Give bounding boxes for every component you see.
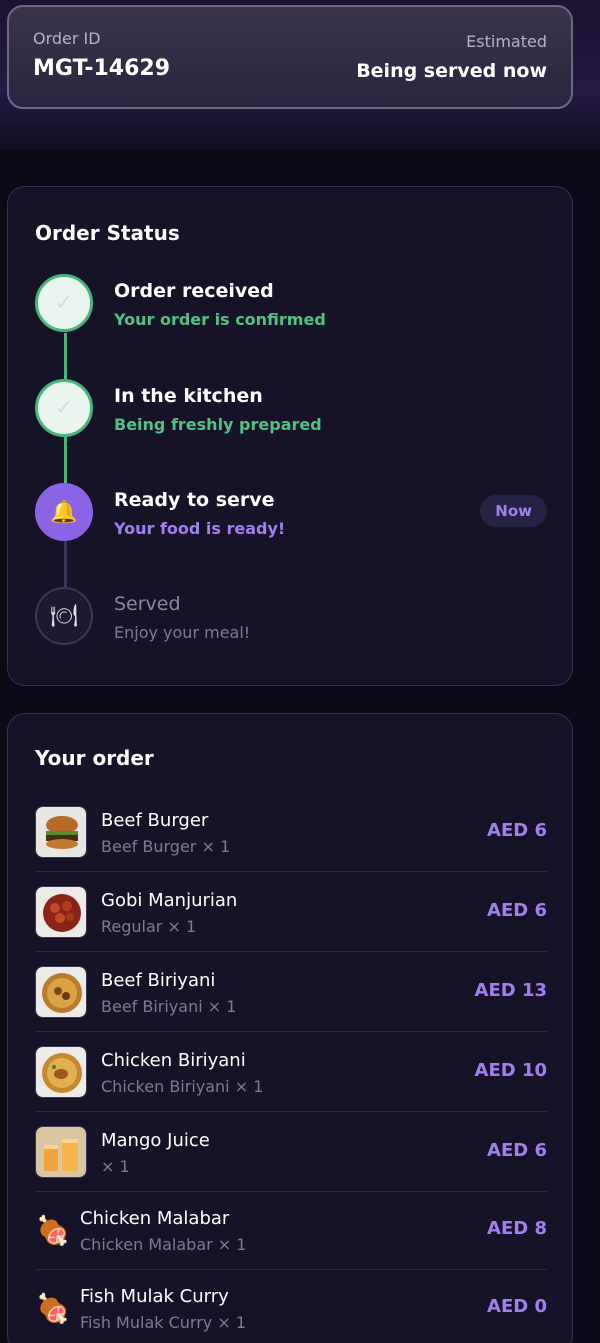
- step-title: In the kitchen: [114, 385, 263, 407]
- status-step-in-the-kitchen: ✓ In the kitchen Being freshly prepared: [35, 379, 547, 439]
- step-subtitle: Enjoy your meal!: [114, 623, 251, 642]
- meat-icon: 🍖: [35, 1291, 71, 1325]
- chicken-biriyani-thumbnail: [35, 1046, 87, 1098]
- bell-icon: 🔔: [35, 483, 93, 541]
- item-price: AED 10: [474, 1060, 547, 1081]
- item-name: Gobi Manjurian: [101, 890, 238, 911]
- order-id-value: MGT-14629: [33, 56, 171, 81]
- item-meta: Regular × 1: [101, 917, 197, 936]
- status-step-ready-to-serve: 🔔 Ready to serve Your food is ready! Now: [35, 483, 547, 543]
- item-name: Fish Mulak Curry: [80, 1286, 229, 1307]
- estimated-block: Estimated Being served now: [356, 32, 547, 82]
- burger-thumbnail: [35, 806, 87, 858]
- biriyani-thumbnail: [35, 966, 87, 1018]
- timeline-connector: [64, 333, 67, 379]
- order-id-label: Order ID: [33, 29, 101, 48]
- order-status-card: Order Status ✓ Order received Your order…: [7, 186, 573, 686]
- item-meta: × 1: [101, 1157, 130, 1176]
- plate-icon: 🍽: [35, 587, 93, 645]
- item-price: AED 0: [487, 1296, 547, 1317]
- check-icon: ✓: [35, 274, 93, 332]
- order-id-block: Order ID MGT-14629: [33, 29, 170, 81]
- order-status-title: Order Status: [35, 221, 180, 245]
- timeline-connector: [64, 541, 67, 587]
- order-item: Beef Burger Beef Burger × 1 AED 6: [35, 792, 547, 872]
- item-price: AED 6: [487, 820, 547, 841]
- order-item: 🍖 Fish Mulak Curry Fish Mulak Curry × 1 …: [35, 1270, 547, 1343]
- step-subtitle: Being freshly prepared: [114, 415, 322, 434]
- order-item: Gobi Manjurian Regular × 1 AED 6: [35, 872, 547, 952]
- item-meta: Beef Biriyani × 1: [101, 997, 237, 1016]
- step-subtitle: Your order is confirmed: [114, 310, 326, 329]
- now-badge: Now: [480, 495, 547, 527]
- item-name: Mango Juice: [101, 1130, 210, 1151]
- step-title: Served: [114, 593, 181, 615]
- step-title: Order received: [114, 280, 274, 302]
- status-step-order-received: ✓ Order received Your order is confirmed: [35, 274, 547, 334]
- item-meta: Chicken Malabar × 1: [80, 1235, 247, 1254]
- timeline-connector: [64, 437, 67, 483]
- item-name: Beef Biriyani: [101, 970, 216, 991]
- item-name: Chicken Biriyani: [101, 1050, 246, 1071]
- order-summary-header: Order ID MGT-14629 Estimated Being serve…: [7, 5, 573, 109]
- estimated-value: Being served now: [356, 60, 547, 82]
- gobi-thumbnail: [35, 886, 87, 938]
- step-title: Ready to serve: [114, 489, 275, 511]
- estimated-label: Estimated: [466, 32, 547, 51]
- order-item: 🍖 Chicken Malabar Chicken Malabar × 1 AE…: [35, 1192, 547, 1270]
- your-order-card: Your order Beef Burger Beef Burger × 1 A…: [7, 713, 573, 1343]
- order-item: Beef Biriyani Beef Biriyani × 1 AED 13: [35, 952, 547, 1032]
- check-icon: ✓: [35, 379, 93, 437]
- item-price: AED 13: [474, 980, 547, 1001]
- order-item: Mango Juice × 1 AED 6: [35, 1112, 547, 1192]
- item-meta: Chicken Biriyani × 1: [101, 1077, 264, 1096]
- item-name: Beef Burger: [101, 810, 209, 831]
- item-name: Chicken Malabar: [80, 1208, 230, 1229]
- juice-thumbnail: [35, 1126, 87, 1178]
- item-meta: Beef Burger × 1: [101, 837, 231, 856]
- status-step-served: 🍽 Served Enjoy your meal!: [35, 587, 547, 647]
- item-price: AED 6: [487, 900, 547, 921]
- item-meta: Fish Mulak Curry × 1: [80, 1313, 247, 1332]
- item-price: AED 6: [487, 1140, 547, 1161]
- order-item: Chicken Biriyani Chicken Biriyani × 1 AE…: [35, 1032, 547, 1112]
- meat-icon: 🍖: [35, 1213, 71, 1247]
- step-subtitle: Your food is ready!: [114, 519, 286, 538]
- your-order-title: Your order: [35, 746, 154, 770]
- item-price: AED 8: [487, 1218, 547, 1239]
